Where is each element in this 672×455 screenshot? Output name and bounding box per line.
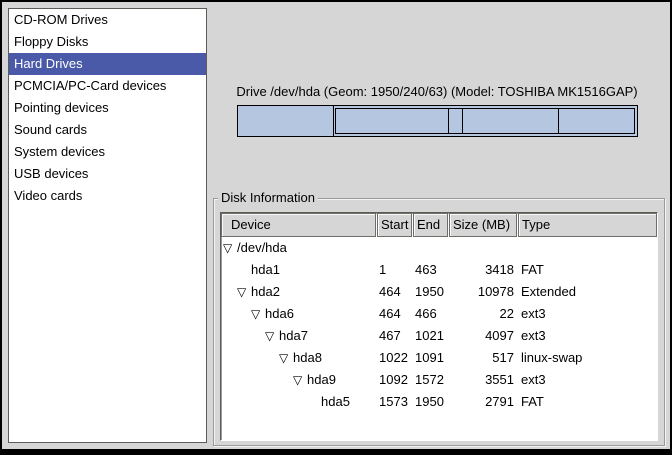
sidebar-item[interactable]: PCMCIA/PC-Card devices	[9, 75, 206, 97]
expander-icon[interactable]: ▽	[237, 286, 248, 298]
end-cell: 1950	[413, 281, 448, 303]
size-cell: 22	[449, 303, 517, 325]
device-cell: ▽hda9	[221, 369, 376, 391]
tree-row[interactable]: ▽hda810221091517linux-swap	[221, 347, 657, 369]
size-cell: 517	[449, 347, 517, 369]
column-header-start[interactable]: Start	[377, 213, 412, 237]
sidebar-item-label: System devices	[14, 144, 105, 159]
sidebar-item[interactable]: Sound cards	[9, 119, 206, 141]
type-cell: linux-swap	[518, 347, 657, 369]
hardware-browser-window: CD-ROM Drives Floppy Disks Hard Drives PCMC…	[0, 0, 672, 455]
device-cell: ▽hda7	[221, 325, 376, 347]
column-header-size[interactable]: Size (MB)	[449, 213, 517, 237]
groupbox-legend: Disk Information	[218, 190, 318, 206]
partition-divider	[462, 109, 463, 133]
type-cell: FAT	[518, 259, 657, 281]
column-header-device[interactable]: Device	[221, 213, 376, 237]
end-cell: 1572	[413, 369, 448, 391]
sidebar-item[interactable]: Hard Drives	[9, 53, 206, 75]
device-name: hda1	[251, 259, 280, 281]
start-cell: 467	[377, 325, 412, 347]
partition-divider	[333, 106, 334, 136]
device-name: hda7	[279, 325, 308, 347]
drive-title: Drive /dev/hda (Geom: 1950/240/63) (Mode…	[235, 84, 639, 99]
expander-icon[interactable]: ▽	[279, 352, 290, 364]
expander-icon[interactable]: ▽	[265, 330, 276, 342]
sidebar-item[interactable]: Video cards	[9, 185, 206, 207]
size-cell: 4097	[449, 325, 517, 347]
disk-table-header: Device Start End Size (MB) Type	[221, 213, 657, 237]
tree-row[interactable]: ▽/dev/hda	[221, 237, 657, 259]
sidebar-item-label: USB devices	[14, 166, 88, 181]
sidebar-item[interactable]: System devices	[9, 141, 206, 163]
disk-table: Device Start End Size (MB) Type ▽/dev/hd…	[220, 212, 658, 441]
device-cell: ▽hda8	[221, 347, 376, 369]
type-cell: ext3	[518, 369, 657, 391]
size-cell: 3551	[449, 369, 517, 391]
tree-row[interactable]: ▽hda2464195010978Extended	[221, 281, 657, 303]
type-cell	[518, 237, 657, 259]
device-cell: ▽hda1	[221, 259, 376, 281]
device-cell: ▽hda5	[221, 391, 376, 413]
device-cell: ▽hda6	[221, 303, 376, 325]
start-cell: 1573	[377, 391, 412, 413]
sidebar-item[interactable]: USB devices	[9, 163, 206, 185]
device-name: hda5	[321, 391, 350, 413]
type-cell: ext3	[518, 325, 657, 347]
tree-row[interactable]: ▽hda9109215723551ext3	[221, 369, 657, 391]
sidebar-item-label: Floppy Disks	[14, 34, 88, 49]
size-cell: 10978	[449, 281, 517, 303]
sidebar-item-label: Sound cards	[14, 122, 87, 137]
start-cell: 464	[377, 303, 412, 325]
sidebar-item-label: Video cards	[14, 188, 82, 203]
size-cell	[449, 237, 517, 259]
device-name: hda8	[293, 347, 322, 369]
end-cell: 463	[413, 259, 448, 281]
start-cell: 1	[377, 259, 412, 281]
sidebar-item-label: PCMCIA/PC-Card devices	[14, 78, 166, 93]
sidebar-item-label: CD-ROM Drives	[14, 12, 108, 27]
expander-icon[interactable]: ▽	[293, 374, 304, 386]
partition-bar	[237, 105, 638, 137]
partition-divider	[448, 109, 449, 133]
sidebar-item[interactable]: CD-ROM Drives	[9, 9, 206, 31]
column-header-end[interactable]: End	[413, 213, 448, 237]
expander-icon[interactable]: ▽	[251, 308, 262, 320]
sidebar-item-label: Pointing devices	[14, 100, 109, 115]
type-cell: ext3	[518, 303, 657, 325]
device-name: hda2	[251, 281, 280, 303]
start-cell	[377, 237, 412, 259]
size-cell: 2791	[449, 391, 517, 413]
tree-row[interactable]: ▽hda646446622ext3	[221, 303, 657, 325]
device-cell: ▽hda2	[221, 281, 376, 303]
device-name: /dev/hda	[237, 237, 287, 259]
sidebar-item[interactable]: Floppy Disks	[9, 31, 206, 53]
device-category-list: CD-ROM Drives Floppy Disks Hard Drives PCMC…	[8, 8, 207, 443]
type-cell: Extended	[518, 281, 657, 303]
expander-icon[interactable]: ▽	[223, 242, 234, 254]
end-cell: 1091	[413, 347, 448, 369]
start-cell: 1092	[377, 369, 412, 391]
start-cell: 1022	[377, 347, 412, 369]
type-cell: FAT	[518, 391, 657, 413]
tree-row[interactable]: ▽hda746710214097ext3	[221, 325, 657, 347]
start-cell: 464	[377, 281, 412, 303]
sidebar-item[interactable]: Pointing devices	[9, 97, 206, 119]
end-cell: 1021	[413, 325, 448, 347]
tree-row[interactable]: ▽hda114633418FAT	[221, 259, 657, 281]
tree-row[interactable]: ▽hda5157319502791FAT	[221, 391, 657, 413]
extended-partition-box	[335, 108, 635, 134]
sidebar-item-label: Hard Drives	[14, 56, 83, 71]
partition-divider	[558, 109, 559, 133]
device-name: hda6	[265, 303, 294, 325]
device-name: hda9	[307, 369, 336, 391]
column-header-type[interactable]: Type	[518, 213, 657, 237]
end-cell	[413, 237, 448, 259]
end-cell: 1950	[413, 391, 448, 413]
device-cell: ▽/dev/hda	[221, 237, 376, 259]
disk-table-body: ▽/dev/hda▽hda114633418FAT▽hda24641950109…	[221, 237, 657, 413]
size-cell: 3418	[449, 259, 517, 281]
end-cell: 466	[413, 303, 448, 325]
